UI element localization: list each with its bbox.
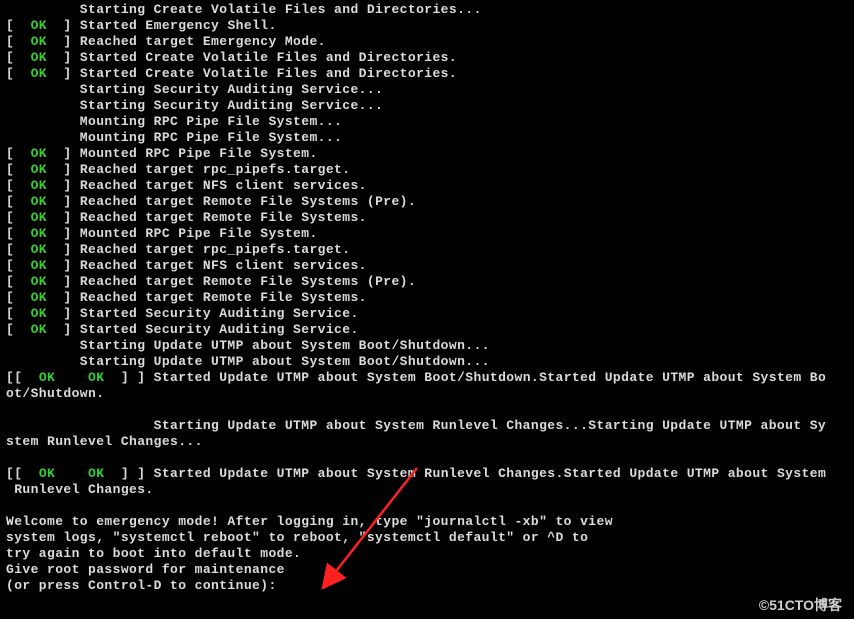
boot-line: [6, 498, 848, 514]
boot-line: Give root password for maintenance: [6, 562, 848, 578]
boot-line: Mounting RPC Pipe File System...: [6, 130, 848, 146]
boot-line: Starting Create Volatile Files and Direc…: [6, 2, 848, 18]
boot-line: [ OK ] Reached target Emergency Mode.: [6, 34, 848, 50]
boot-line: Starting Security Auditing Service...: [6, 98, 848, 114]
boot-line: system logs, "systemctl reboot" to reboo…: [6, 530, 848, 546]
boot-line: [ OK ] Reached target Remote File System…: [6, 290, 848, 306]
boot-line: Starting Update UTMP about System Boot/S…: [6, 354, 848, 370]
boot-line: [ OK ] Started Security Auditing Service…: [6, 322, 848, 338]
boot-line: [ OK ] Reached target Remote File System…: [6, 210, 848, 226]
watermark: ©51CTO博客: [759, 597, 842, 613]
boot-line: [ OK ] Reached target rpc_pipefs.target.: [6, 162, 848, 178]
boot-line: Starting Update UTMP about System Boot/S…: [6, 338, 848, 354]
boot-line: [ OK ] Mounted RPC Pipe File System.: [6, 146, 848, 162]
boot-line: [6, 450, 848, 466]
boot-line: Welcome to emergency mode! After logging…: [6, 514, 848, 530]
boot-line: [[ OK OK ] ] Started Update UTMP about S…: [6, 466, 848, 482]
boot-line: ot/Shutdown.: [6, 386, 848, 402]
boot-line: (or press Control-D to continue):: [6, 578, 848, 594]
boot-line: stem Runlevel Changes...: [6, 434, 848, 450]
boot-line: try again to boot into default mode.: [6, 546, 848, 562]
boot-line: [ OK ] Started Create Volatile Files and…: [6, 66, 848, 82]
boot-line: [ OK ] Started Emergency Shell.: [6, 18, 848, 34]
boot-line: [[ OK OK ] ] Started Update UTMP about S…: [6, 370, 848, 386]
boot-line: [ OK ] Reached target NFS client service…: [6, 258, 848, 274]
boot-line: [ OK ] Reached target Remote File System…: [6, 274, 848, 290]
boot-line: [ OK ] Started Create Volatile Files and…: [6, 50, 848, 66]
boot-line: [6, 402, 848, 418]
boot-line: [ OK ] Reached target NFS client service…: [6, 178, 848, 194]
boot-line: [ OK ] Mounted RPC Pipe File System.: [6, 226, 848, 242]
boot-line: [ OK ] Reached target rpc_pipefs.target.: [6, 242, 848, 258]
boot-line: Runlevel Changes.: [6, 482, 848, 498]
boot-line: [ OK ] Reached target Remote File System…: [6, 194, 848, 210]
terminal-output: Starting Create Volatile Files and Direc…: [0, 0, 854, 596]
boot-line: Starting Update UTMP about System Runlev…: [6, 418, 848, 434]
boot-line: Starting Security Auditing Service...: [6, 82, 848, 98]
boot-line: [ OK ] Started Security Auditing Service…: [6, 306, 848, 322]
boot-line: Mounting RPC Pipe File System...: [6, 114, 848, 130]
